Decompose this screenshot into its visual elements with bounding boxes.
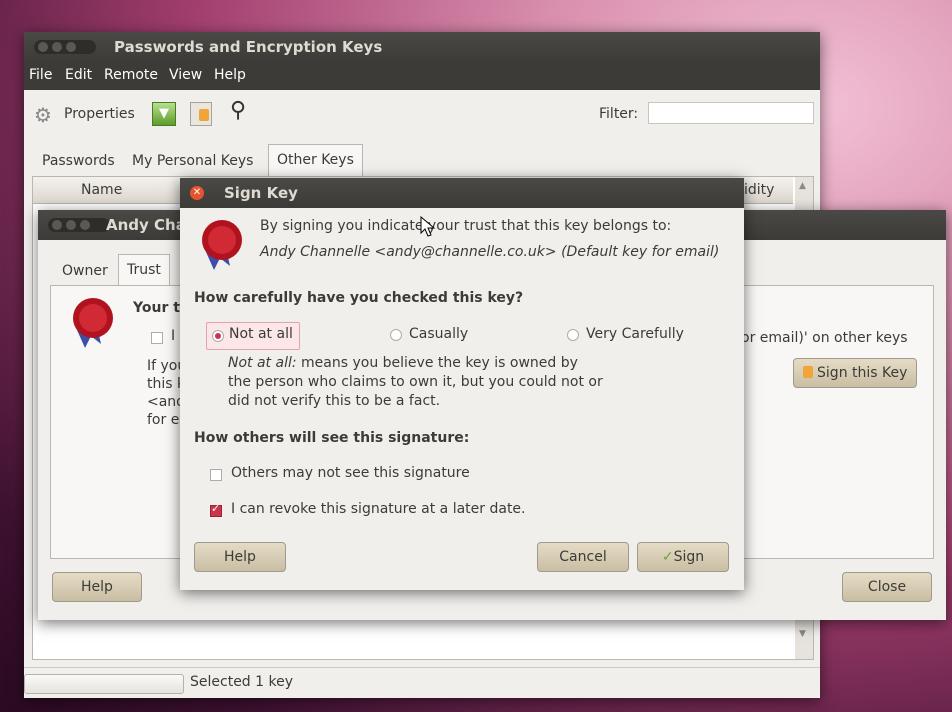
others-heading: How others will see this signature: <box>194 430 470 446</box>
filter-input[interactable] <box>648 102 814 124</box>
radio-very-carefully[interactable] <box>567 329 579 341</box>
menu-remote[interactable]: Remote <box>104 67 158 83</box>
revoke-check-label[interactable]: I can revoke this signature at a later d… <box>231 501 526 517</box>
trust-desc-4: for e <box>147 412 180 428</box>
explain-line-3: did not verify this to be a fact. <box>228 393 441 409</box>
tab-owner[interactable]: Owner <box>54 256 116 286</box>
minimize-icon[interactable] <box>66 220 76 230</box>
close-icon[interactable] <box>52 220 62 230</box>
sign-this-key-button[interactable]: Sign this Key <box>793 358 917 388</box>
close-icon[interactable] <box>38 42 48 52</box>
tab-trust[interactable]: Trust <box>118 254 170 286</box>
option-casually[interactable]: Casually <box>409 326 468 342</box>
checked-heading: How carefully have you checked this key? <box>194 290 524 306</box>
window-controls[interactable] <box>34 40 96 54</box>
key-window-controls[interactable] <box>48 218 110 232</box>
sign-titlebar[interactable]: ✕ Sign Key <box>180 178 744 208</box>
radio-casually[interactable] <box>390 329 402 341</box>
toolbar: ⚙ Properties ▼ ⚲ Filter: <box>24 90 820 140</box>
gear-icon: ⚙ <box>34 103 52 127</box>
properties-label: Properties <box>64 106 135 122</box>
tab-other-keys[interactable]: Other Keys <box>268 144 363 176</box>
sign-dialog-title: Sign Key <box>224 184 298 202</box>
explain-line-1: means you believe the key is owned by <box>296 355 578 371</box>
menubar: File Edit Remote View Help <box>24 62 820 90</box>
others-check-label[interactable]: Others may not see this signature <box>231 465 470 481</box>
sign-help-button[interactable]: Help <box>194 542 286 572</box>
search-icon[interactable]: ⚲ <box>230 98 246 123</box>
radio-not-at-all[interactable] <box>212 330 224 342</box>
key-close-button[interactable]: Close <box>842 572 932 602</box>
mouse-cursor-icon <box>420 216 436 237</box>
main-titlebar[interactable]: Passwords and Encryption Keys <box>24 32 820 62</box>
filter-label: Filter: <box>599 106 639 122</box>
column-name[interactable]: Name <box>81 182 122 198</box>
cancel-button[interactable]: Cancel <box>537 542 629 572</box>
import-key-icon[interactable]: ▼ <box>152 102 176 126</box>
scroll-down-icon[interactable]: ▼ <box>799 629 806 639</box>
explain-emph: Not at all: <box>228 355 297 371</box>
sign-button[interactable]: ✓Sign <box>637 542 729 572</box>
status-text: Selected 1 key <box>190 674 294 690</box>
sign-intro: By signing you indicate your trust that … <box>260 218 672 234</box>
check-icon: ✓ <box>661 549 674 565</box>
option-very-carefully[interactable]: Very Carefully <box>586 326 684 342</box>
statusbar: Selected 1 key <box>24 667 820 698</box>
seal-icon <box>202 220 242 270</box>
trust-right-text: or email)' on other keys <box>741 330 908 346</box>
explain-line-2: the person who claims to own it, but you… <box>228 374 603 390</box>
trust-checkbox[interactable] <box>151 332 163 344</box>
option-not-at-all[interactable]: Not at all <box>206 322 300 350</box>
main-window-title: Passwords and Encryption Keys <box>114 38 383 56</box>
progress-bar <box>24 674 184 694</box>
maximize-icon[interactable] <box>66 42 76 52</box>
minimize-icon[interactable] <box>52 42 62 52</box>
key-owner: Andy Channelle <andy@channelle.co.uk> (D… <box>260 244 720 260</box>
seal-icon <box>73 298 113 348</box>
tab-passwords[interactable]: Passwords <box>34 146 123 176</box>
menu-help[interactable]: Help <box>214 67 246 83</box>
tab-my-personal-keys[interactable]: My Personal Keys <box>124 146 261 176</box>
others-checkbox[interactable] <box>210 469 222 481</box>
sign-key-icon <box>802 366 813 378</box>
maximize-icon[interactable] <box>80 220 90 230</box>
scroll-up-icon[interactable]: ▲ <box>799 181 806 191</box>
key-help-button[interactable]: Help <box>52 572 142 602</box>
explanation: Not at all: means you believe the key is… <box>228 354 603 411</box>
revoke-checkbox[interactable] <box>210 502 222 517</box>
menu-view[interactable]: View <box>169 67 202 83</box>
menu-file[interactable]: File <box>29 67 52 83</box>
close-icon[interactable]: ✕ <box>190 186 204 200</box>
menu-edit[interactable]: Edit <box>65 67 92 83</box>
trust-check-label: I <box>171 328 176 344</box>
sign-key-icon[interactable] <box>190 102 212 126</box>
sign-key-dialog: ✕ Sign Key By signing you indicate your … <box>180 178 744 590</box>
